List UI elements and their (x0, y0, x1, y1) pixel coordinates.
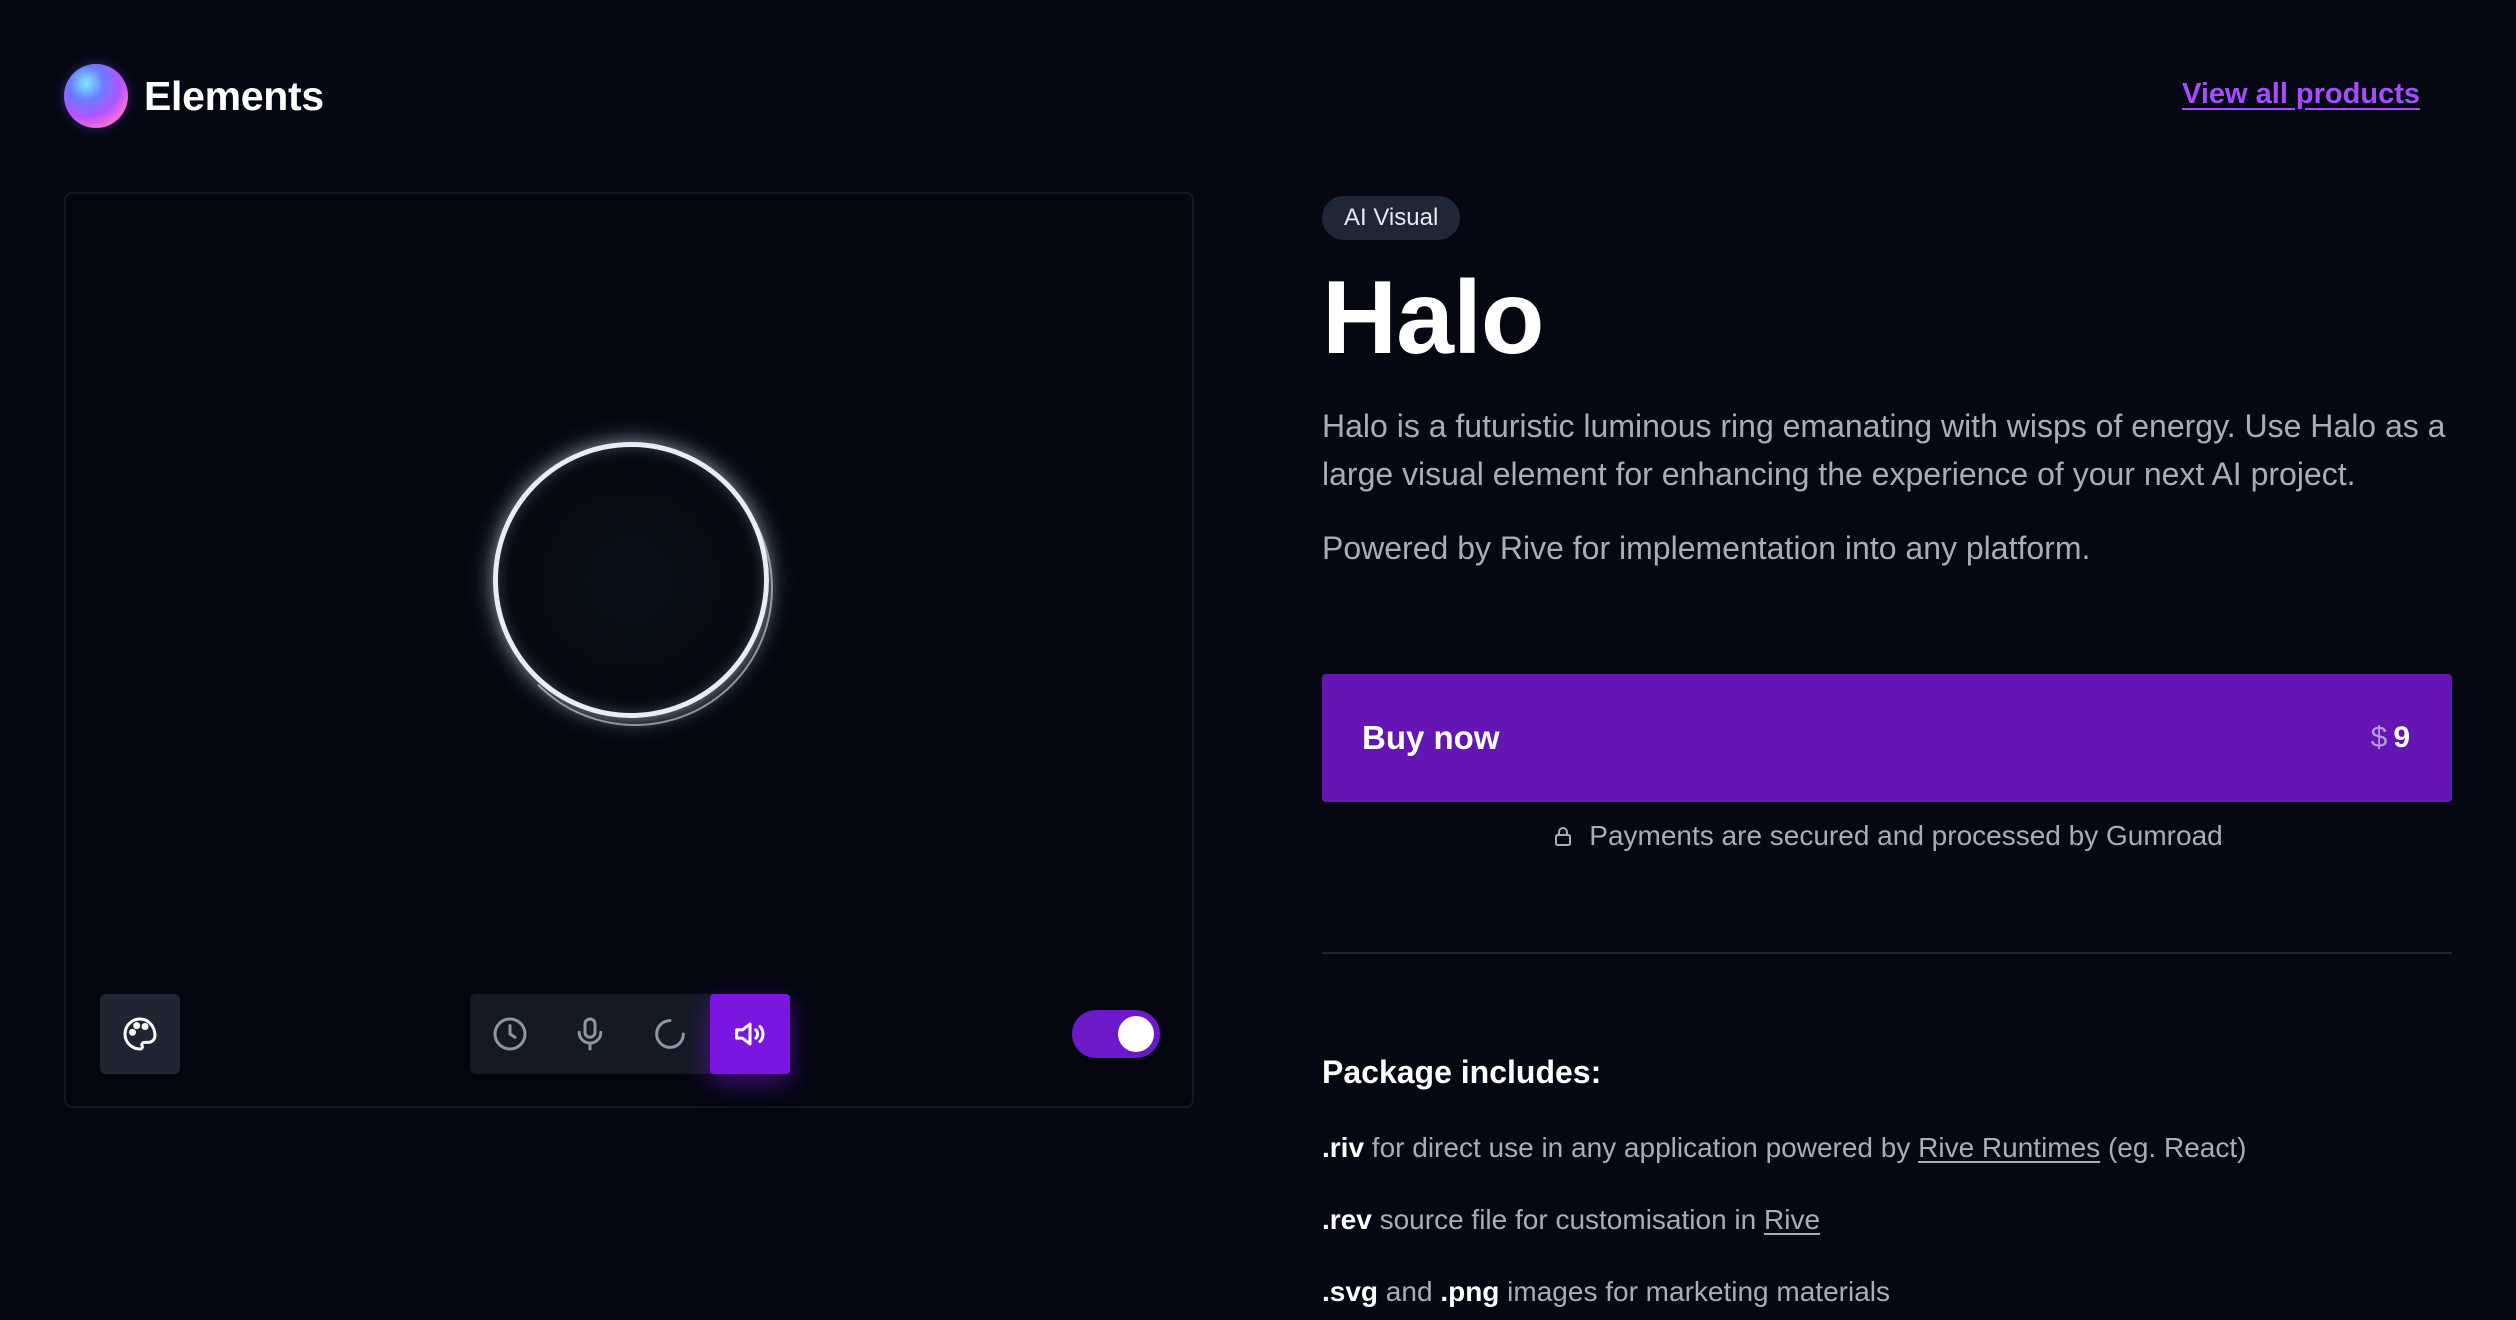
secure-payment-note: Payments are secured and processed by Gu… (1322, 820, 2452, 852)
microphone-icon (577, 1017, 603, 1051)
price: $ 9 (2371, 721, 2410, 755)
brand[interactable]: Elements (64, 64, 324, 128)
product-page: Elements View all products AI Visual Hal… (0, 0, 2516, 1320)
item-text: images for marketing materials (1499, 1276, 1890, 1307)
item-text: source file for customisation in (1371, 1204, 1764, 1235)
thinking-mode-button[interactable] (630, 994, 710, 1074)
rive-link[interactable]: Rive (1764, 1204, 1820, 1235)
halo-ring-visual (493, 442, 769, 718)
product-title: Halo (1322, 260, 1544, 376)
powered-by-text: Powered by Rive for implementation into … (1322, 530, 2091, 566)
product-info: AI Visual Halo Halo is a futuristic lumi… (1322, 196, 2452, 1307)
rive-runtimes-link[interactable]: Rive Runtimes (1918, 1132, 2100, 1163)
item-text: and (1378, 1276, 1441, 1307)
item-text: (eg. React) (2100, 1132, 2247, 1163)
elements-logo-icon (64, 64, 128, 128)
package-item-images: .svg and .png images for marketing mater… (1322, 1276, 2246, 1320)
lock-icon (1551, 824, 1575, 848)
file-ext: .riv (1322, 1132, 1365, 1163)
speaker-icon (735, 1022, 765, 1046)
category-badge: AI Visual (1322, 196, 1461, 240)
package-item-rev: .rev source file for customisation in Ri… (1322, 1204, 2246, 1276)
header: Elements View all products (64, 64, 2420, 128)
preview-panel (64, 192, 1194, 1108)
package-item-riv: .riv for direct use in any application p… (1322, 1132, 2246, 1204)
package-heading: Package includes: (1322, 1054, 1602, 1090)
loading-icon (655, 1019, 685, 1049)
view-all-products-link[interactable]: View all products (2182, 78, 2420, 111)
toggle-knob (1118, 1016, 1154, 1052)
mode-button-group (470, 994, 790, 1074)
brand-name: Elements (144, 72, 324, 119)
item-text: for direct use in any application powere… (1364, 1132, 1919, 1163)
package-list: .riv for direct use in any application p… (1322, 1132, 2246, 1320)
file-ext: .svg (1322, 1276, 1379, 1307)
palette-button[interactable] (100, 994, 180, 1074)
secure-text: Payments are secured and processed by Gu… (1589, 820, 2223, 851)
palette-icon (123, 1017, 157, 1051)
buy-now-label: Buy now (1362, 719, 1500, 756)
buy-now-button[interactable]: Buy now $ 9 (1322, 674, 2452, 802)
listening-mode-button[interactable] (550, 994, 630, 1074)
price-currency: $ (2370, 721, 2388, 754)
price-value: 9 (2393, 721, 2410, 754)
speaking-mode-button[interactable] (710, 994, 790, 1074)
file-ext: .rev (1322, 1204, 1372, 1235)
clock-icon (493, 1017, 527, 1051)
divider (1322, 952, 2452, 954)
idle-mode-button[interactable] (470, 994, 550, 1074)
product-description: Halo is a futuristic luminous ring emana… (1322, 408, 2446, 492)
file-ext: .png (1440, 1276, 1500, 1307)
background-toggle[interactable] (1072, 1010, 1160, 1058)
